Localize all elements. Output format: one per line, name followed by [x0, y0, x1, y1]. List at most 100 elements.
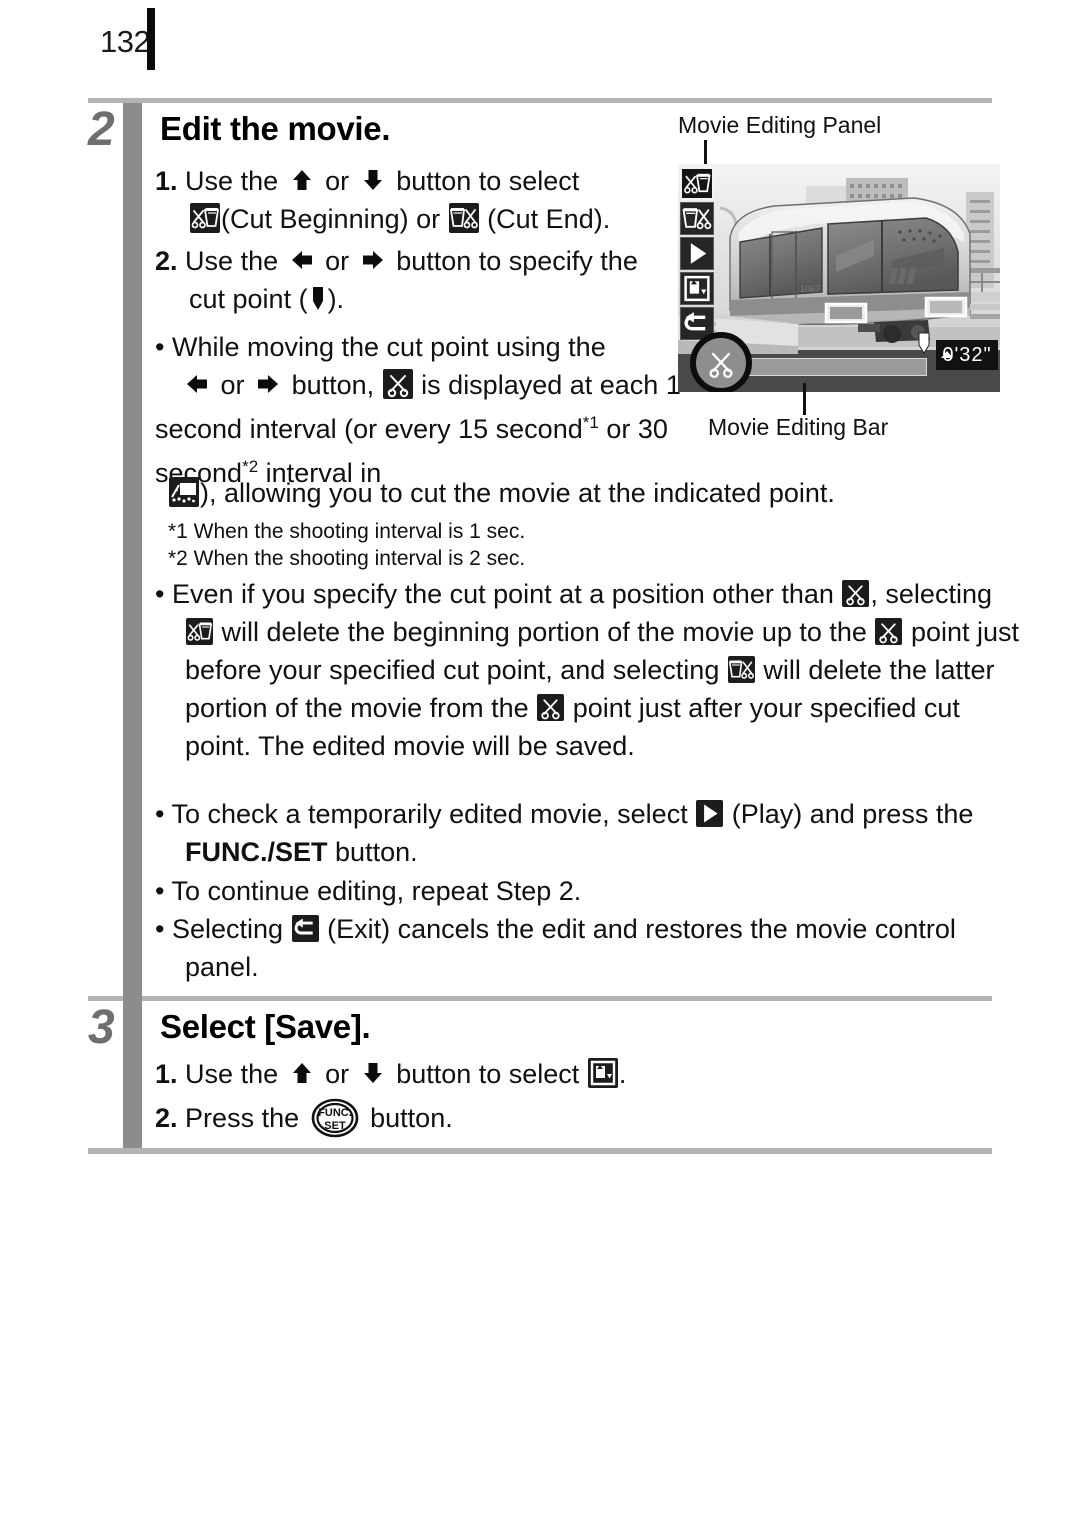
divider-middle [88, 996, 992, 1001]
panel-button-cut-beginning[interactable] [680, 167, 714, 200]
item-text: ). [327, 284, 345, 314]
bullet-dot: • [155, 799, 165, 829]
cut-beginning-icon [186, 618, 213, 645]
bullet-text: , selecting [870, 579, 992, 609]
step-3-item-2: 2. Press the button. [155, 1098, 755, 1138]
scissors-icon [537, 694, 565, 721]
movie-editing-panel[interactable] [680, 167, 714, 342]
down-arrow-icon [360, 1060, 386, 1086]
up-arrow-icon [289, 1060, 315, 1086]
item-text: or [325, 246, 350, 276]
item-text: or [325, 166, 350, 196]
bullet-text: (Play) and press the [731, 799, 974, 829]
cut-end-icon [448, 203, 479, 233]
page-number-bar [147, 8, 155, 70]
step-3-title: Select [Save]. [160, 1008, 371, 1045]
item-number: 2. [155, 246, 178, 276]
func-set-label: FUNC./SET [185, 837, 328, 867]
bullet-text: To check a temporarily edited movie, sel… [171, 799, 688, 829]
item-text: button to select [396, 1059, 580, 1089]
item-text: button. [370, 1103, 453, 1133]
step-spine-bar [123, 103, 142, 1148]
scissors-icon [875, 618, 903, 645]
item-number: 1. [155, 166, 178, 196]
step-2-bullet-5: • Selecting (Exit) cancels the edit and … [155, 910, 1030, 986]
bullet-text: or [220, 370, 245, 400]
item-text: (Cut Beginning) or [221, 204, 441, 234]
bullet-text: will delete the beginning portion of the… [221, 617, 867, 647]
movie-editing-bar-label: Movie Editing Bar [708, 414, 889, 440]
bullet-dot: • [155, 332, 165, 362]
bullet-text: ), allowing you to cut the movie at the … [200, 478, 835, 508]
cut-point-marker-icon [917, 332, 931, 356]
left-arrow-icon [289, 247, 315, 273]
page-number: 132 [100, 24, 151, 59]
left-arrow-icon [184, 371, 210, 397]
bullet-dot: • [155, 876, 165, 906]
footnote-ref: *1 [582, 413, 599, 432]
movie-editing-bar-scissors-marker[interactable] [690, 332, 752, 392]
down-arrow-icon [360, 167, 386, 193]
footnotes: *1 When the shooting interval is 1 sec. … [168, 518, 768, 572]
footnote-2: *2 When the shooting interval is 2 sec. [168, 547, 526, 570]
panel-button-save[interactable] [680, 272, 714, 305]
bullet-text: button, [291, 370, 375, 400]
movie-editing-bar-track[interactable] [740, 358, 927, 376]
func-set-button-icon [310, 1098, 360, 1138]
step-3-number: 3 [88, 1001, 115, 1054]
movie-editing-panel-label: Movie Editing Panel [678, 112, 882, 138]
bullet-text: Even if you specify the cut point at a p… [171, 579, 834, 609]
bullet-dot: • [155, 579, 165, 609]
item-number: 2. [155, 1103, 178, 1133]
scissors-icon [842, 580, 870, 607]
item-text: (Cut End). [487, 204, 611, 234]
camera-screen-photo: 1067 0'32" [678, 164, 1000, 392]
camera-screen-figure: Movie Editing Panel 1067 0'32" Movie Edi… [660, 112, 1000, 442]
item-text: button to select [396, 166, 580, 196]
step-2-bullet-1: • While moving the cut point using the o… [155, 328, 685, 492]
item-text: cut point ( [189, 284, 308, 314]
elapsed-time-display: 0'32" [936, 340, 998, 370]
item-text: Use the [185, 246, 279, 276]
divider-top [88, 98, 992, 103]
step-2-bullet-1-cont: ), allowing you to cut the movie at the … [168, 474, 998, 512]
step-2-number: 2 [88, 103, 115, 156]
save-icon [587, 1058, 618, 1088]
item-text: . [618, 1059, 627, 1089]
step-2-bullet-2: • Even if you specify the cut point at a… [155, 575, 1025, 765]
right-arrow-icon [255, 371, 281, 397]
panel-button-play[interactable] [680, 237, 714, 270]
exit-icon [291, 915, 319, 942]
up-triangle-icon [941, 351, 953, 358]
step-2-title: Edit the movie. [160, 110, 391, 147]
scissors-icon [382, 369, 413, 399]
page-header: 132 [0, 0, 1080, 90]
bullet-text: Selecting [171, 914, 284, 944]
item-number: 1. [155, 1059, 178, 1089]
cut-beginning-icon [190, 203, 220, 233]
step-3-item-1: 1. Use the or button to select . [155, 1055, 755, 1093]
up-arrow-icon [289, 167, 315, 193]
play-icon [696, 800, 724, 827]
item-text: Press the [185, 1103, 300, 1133]
item-text: or [325, 1059, 350, 1089]
right-arrow-icon [360, 247, 386, 273]
cut-point-marker-icon [308, 285, 328, 313]
panel-button-cut-end[interactable] [680, 202, 714, 235]
bullet-dot: • [155, 914, 165, 944]
step-2-bullet-4: • To continue editing, repeat Step 2. [155, 872, 1000, 910]
timelapse-frame-icon [169, 477, 199, 507]
divider-bottom [88, 1148, 992, 1154]
step-2-bullet-3: • To check a temporarily edited movie, s… [155, 795, 1030, 871]
bullet-text: button. [335, 837, 418, 867]
step-2-item-1: 1. Use the or button to select (Cut Begi… [155, 162, 675, 238]
item-text: Use the [185, 166, 279, 196]
item-text: button to specify the [396, 246, 638, 276]
bullet-text: To continue editing, repeat Step 2. [171, 876, 582, 906]
footnote-1: *1 When the shooting interval is 1 sec. [168, 520, 526, 543]
bullet-text: While moving the cut point using the [171, 332, 606, 362]
cut-end-icon [727, 656, 755, 683]
step-2-item-2: 2. Use the or button to specify the cut … [155, 242, 675, 318]
bar-leader-line [803, 383, 806, 415]
item-text: Use the [185, 1059, 279, 1089]
